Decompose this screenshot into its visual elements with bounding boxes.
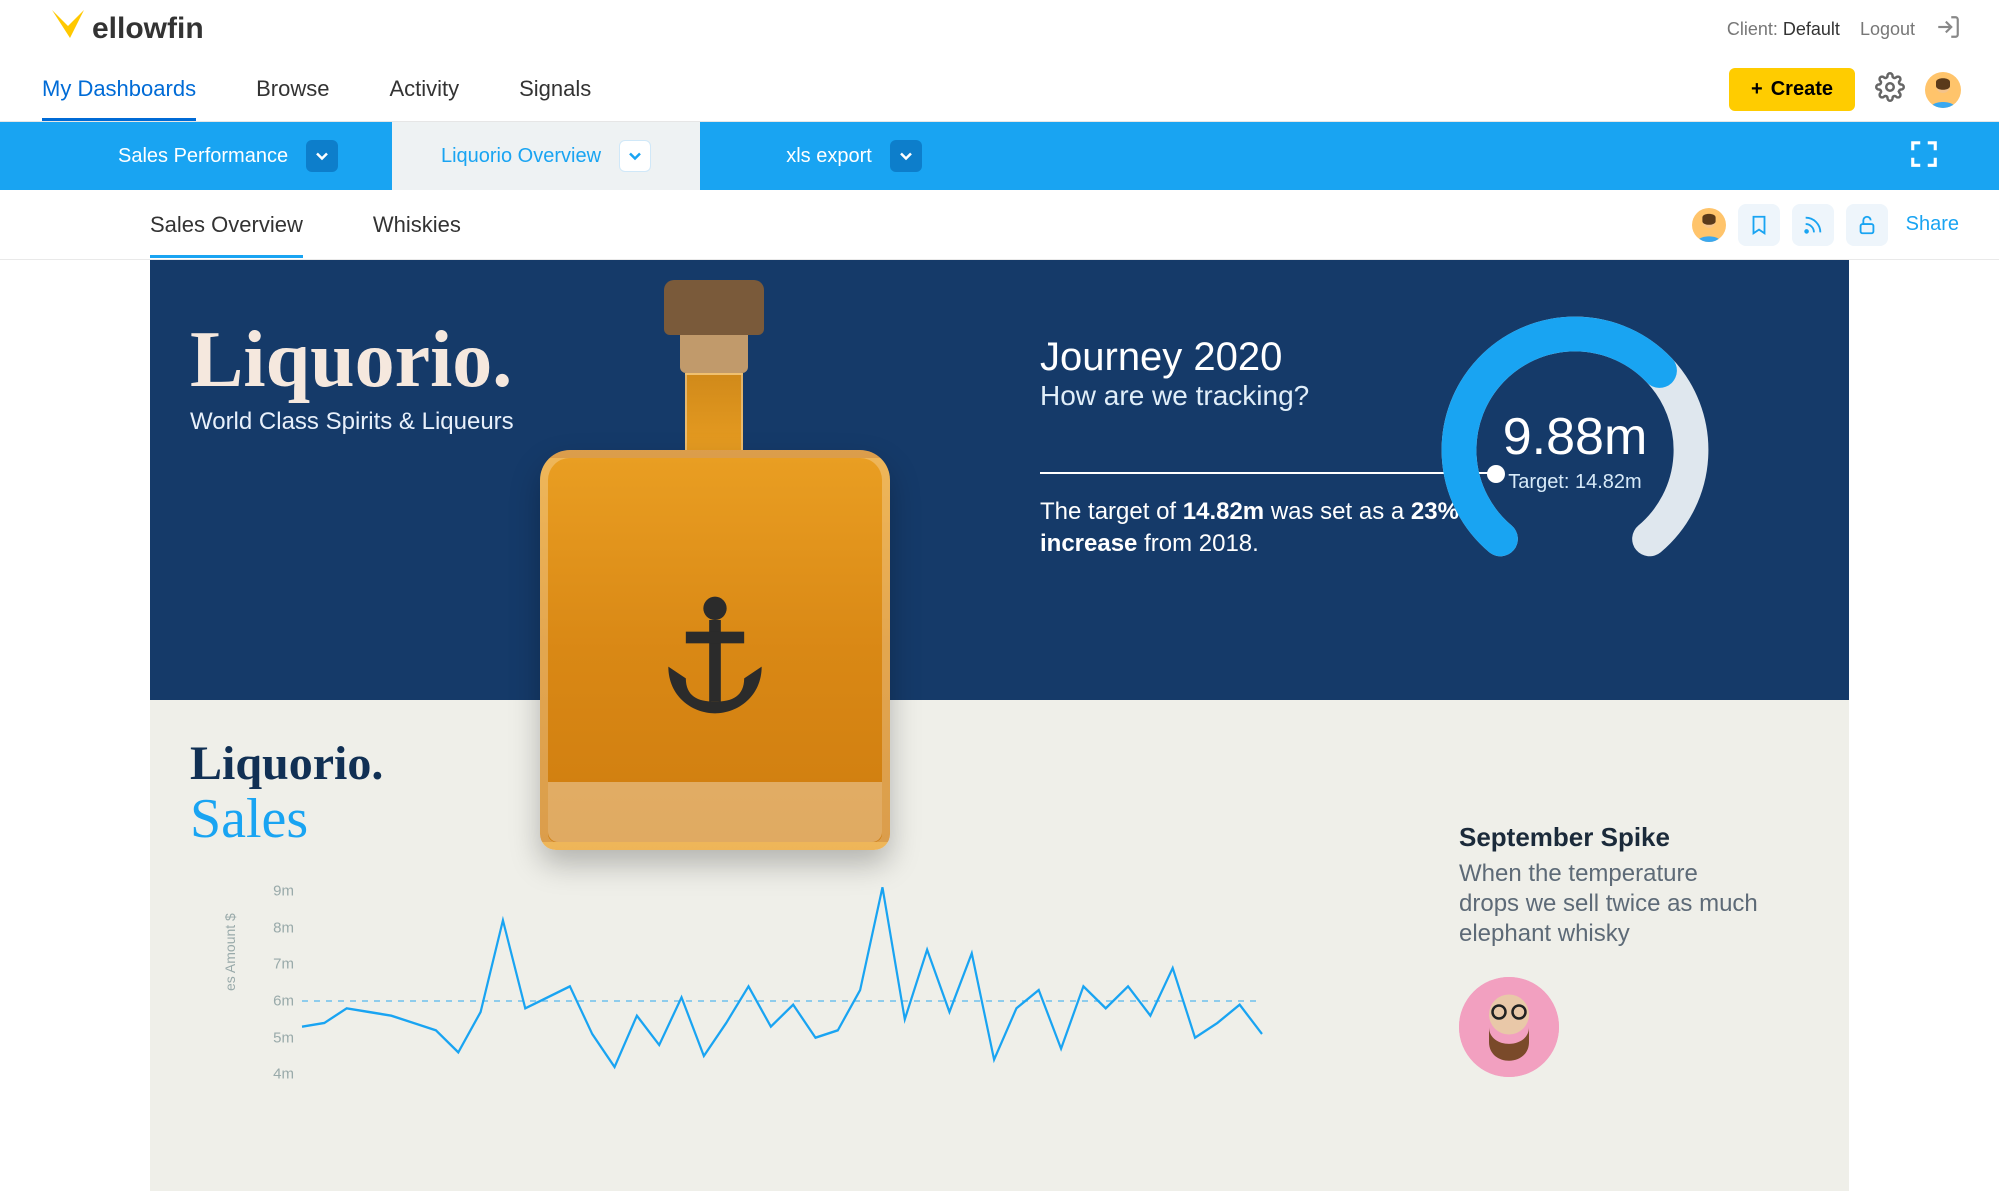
app-logo[interactable]: ellowfin (50, 8, 204, 51)
logo-icon (50, 8, 86, 51)
target-gauge: 9.88m Target: 14.82m (1430, 305, 1720, 595)
dashboard-tab-xls-export[interactable]: xls export (700, 122, 1008, 190)
logo-text: ellowfin (92, 12, 204, 46)
gauge-value: 9.88m (1503, 407, 1648, 467)
chevron-down-icon[interactable] (619, 140, 651, 172)
gauge-target: Target: 14.82m (1508, 471, 1641, 494)
logout-icon[interactable] (1935, 14, 1961, 45)
annotation-card: September Spike When the temperature dro… (1459, 822, 1759, 1077)
dashboard-tab-liquorio-overview[interactable]: Liquorio Overview (392, 122, 700, 190)
subtab-whiskies[interactable]: Whiskies (373, 192, 461, 258)
user-avatar-icon[interactable] (1925, 72, 1961, 108)
hero-subtitle: World Class Spirits & Liqueurs (190, 408, 514, 436)
fullscreen-icon[interactable] (1909, 139, 1939, 174)
nav-my-dashboards[interactable]: My Dashboards (42, 58, 196, 121)
sales-line-chart: es Amount $ 9m8m7m6m5m4m (242, 891, 1262, 1111)
nav-signals[interactable]: Signals (519, 58, 591, 121)
client-label: Client: Default (1727, 19, 1840, 40)
chevron-down-icon[interactable] (890, 140, 922, 172)
hero-banner: Liquorio. World Class Spirits & Liqueurs… (150, 260, 1849, 700)
y-axis-label: es Amount $ (222, 913, 238, 991)
plus-icon: + (1751, 78, 1763, 101)
annotation-avatar (1459, 977, 1559, 1077)
subtab-sales-overview[interactable]: Sales Overview (150, 192, 303, 258)
sales-panel: Liquorio. Sales September Spike When the… (150, 700, 1849, 1191)
hero-title: Liquorio. (190, 320, 514, 400)
panel-title: Liquorio. (190, 736, 1809, 791)
broadcast-icon[interactable] (1792, 204, 1834, 246)
annotation-body: When the temperature drops we sell twice… (1459, 859, 1759, 949)
nav-browse[interactable]: Browse (256, 58, 329, 121)
journey-description: The target of 14.82m was set as a 23% in… (1040, 496, 1470, 561)
lock-icon[interactable] (1846, 204, 1888, 246)
chevron-down-icon[interactable] (306, 140, 338, 172)
settings-gear-icon[interactable] (1875, 72, 1905, 107)
create-button[interactable]: + Create (1729, 68, 1855, 111)
nav-activity[interactable]: Activity (389, 58, 459, 121)
user-avatar-icon[interactable] (1692, 208, 1726, 242)
dashboard-tab-sales-performance[interactable]: Sales Performance (0, 122, 392, 190)
bookmark-icon[interactable] (1738, 204, 1780, 246)
share-link[interactable]: Share (1906, 213, 1959, 236)
y-axis-ticks: 9m8m7m6m5m4m (242, 891, 300, 1111)
logout-link[interactable]: Logout (1860, 19, 1915, 40)
annotation-title: September Spike (1459, 822, 1759, 853)
